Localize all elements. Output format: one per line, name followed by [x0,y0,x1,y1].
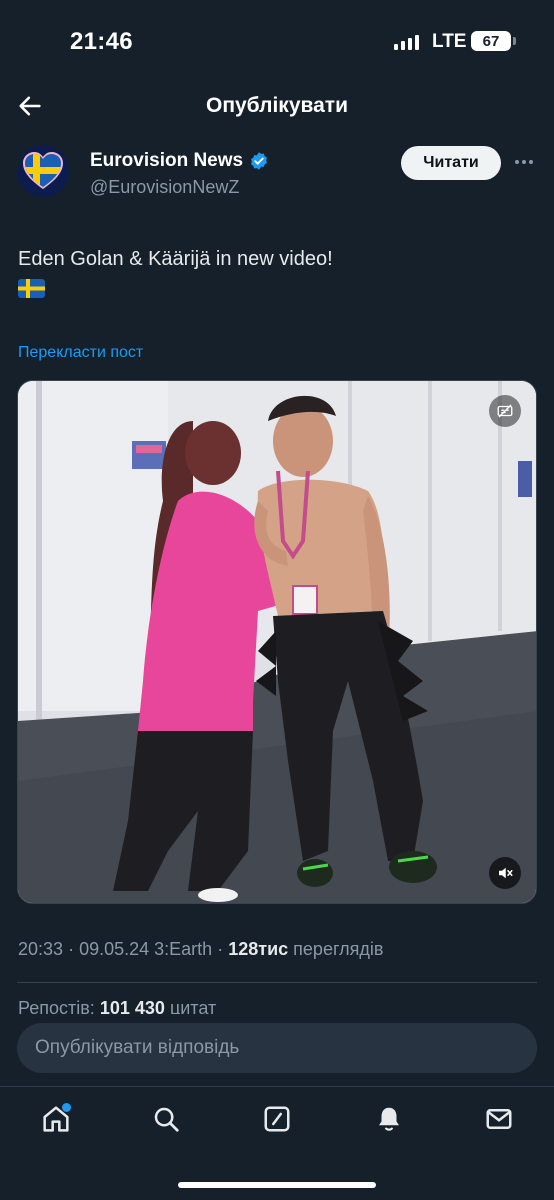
verified-badge-icon [251,152,268,170]
avatar[interactable] [17,145,69,197]
video-player[interactable] [17,380,537,904]
post-text: Eden Golan & Käärijä in new video! [18,248,333,270]
views-count[interactable]: 128тис [228,939,288,959]
reposts-count[interactable]: 101 [100,998,130,1014]
quotes-count[interactable]: 430 [135,998,165,1014]
author-name-row[interactable]: Eurovision News [90,150,269,172]
captions-off-button[interactable] [489,395,521,427]
more-options-icon[interactable] [511,152,537,172]
quotes-label: цитат [169,998,217,1014]
home-indicator [178,1182,376,1188]
notifications-icon [379,1107,399,1131]
tab-messages[interactable] [479,1099,519,1139]
battery-level: 67 [482,32,500,50]
divider [17,982,537,983]
post-date: 09.05.24 [79,939,150,959]
notification-dot [62,1103,71,1112]
reply-input[interactable]: Опублікувати відповідь [17,1023,537,1073]
tab-notifications[interactable] [369,1099,409,1139]
tab-home[interactable] [36,1099,76,1139]
translate-post-link[interactable]: Перекласти пост [18,344,143,362]
compose-icon [264,1106,290,1132]
status-bar: 21:46 LTE 67 [0,0,554,80]
status-time: 21:46 [70,28,133,55]
signal-icon [394,34,419,50]
eurovision-heart-logo [23,152,63,189]
tab-search[interactable] [146,1099,186,1139]
author-name[interactable]: Eurovision News [90,150,243,172]
post-stats: Репостів: 101 430 цитат [18,998,216,1014]
battery-icon: 67 [471,31,511,51]
captions-off-icon [497,404,513,418]
sweden-flag-emoji [18,279,45,298]
meta-separator: · [68,939,80,959]
post-meta: 20:33 · 09.05.24 3:Earth · 128тис перегл… [18,939,383,960]
header: Опублікувати [0,82,554,132]
volume-muted-icon [499,867,513,879]
follow-button[interactable]: Читати [401,146,501,180]
meta-separator: · [217,939,229,959]
tab-compose[interactable] [257,1099,297,1139]
post-time: 20:33 [18,939,64,959]
battery-cap [513,37,516,45]
network-type: LTE [432,31,467,52]
post-source: 3:Earth [154,939,213,959]
views-label: переглядів [293,939,384,959]
reply-bar: Опублікувати відповідь [0,1014,554,1084]
messages-icon [486,1109,512,1129]
search-icon [154,1107,179,1132]
video-frame [18,381,536,903]
author-handle[interactable]: @EurovisionNewZ [90,177,239,198]
mute-button[interactable] [489,857,521,889]
reposts-label: Репостів: [18,998,95,1014]
page-title: Опублікувати [205,94,349,117]
